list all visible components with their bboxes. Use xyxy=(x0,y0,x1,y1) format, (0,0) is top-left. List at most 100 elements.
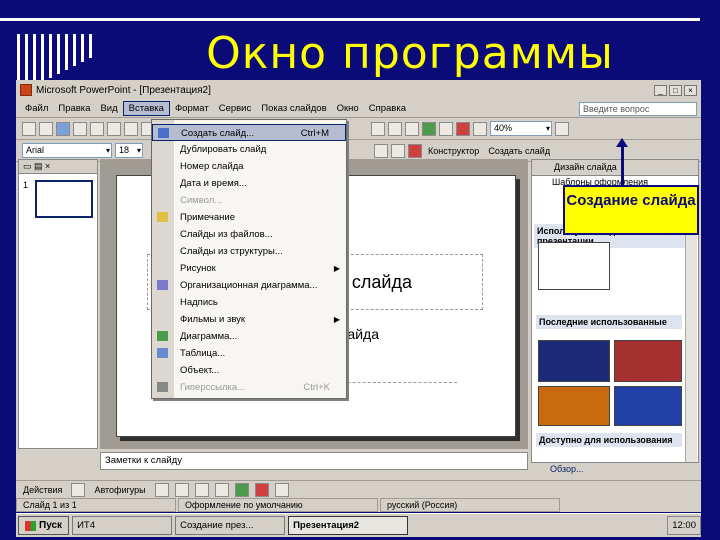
maximize-button[interactable]: □ xyxy=(669,84,682,96)
menu-item[interactable]: Вид xyxy=(95,102,122,115)
line-icon[interactable] xyxy=(154,482,169,497)
open-icon[interactable] xyxy=(39,121,53,136)
arrow-icon[interactable] xyxy=(174,482,189,497)
actions-menu[interactable]: Действия xyxy=(20,485,65,495)
dropdown-item-label: Создать слайд... xyxy=(181,128,255,139)
autoshapes-menu[interactable]: Автофигуры xyxy=(91,485,148,495)
dropdown-item[interactable]: Символ... xyxy=(152,192,346,209)
task-pane-header[interactable]: Дизайн слайда xyxy=(532,160,698,176)
notes-field[interactable]: Заметки к слайду xyxy=(100,452,528,470)
slide-thumbnail[interactable] xyxy=(35,180,93,218)
status-design: Оформление по умолчанию xyxy=(178,498,378,512)
dropdown-item-label: Гиперссылка... xyxy=(180,382,246,393)
design-thumb-2[interactable] xyxy=(614,340,682,382)
taskbar-button[interactable]: Создание през... xyxy=(175,516,286,535)
dropdown-item[interactable]: Примечание xyxy=(152,209,346,226)
dropdown-item[interactable]: Дата и время... xyxy=(152,175,346,192)
font-color-icon[interactable] xyxy=(408,143,422,158)
new-icon[interactable] xyxy=(22,121,36,136)
dropdown-item[interactable]: Объект... xyxy=(152,362,346,379)
menu-item[interactable]: Показ слайдов xyxy=(256,102,331,115)
spelling-icon[interactable] xyxy=(107,121,121,136)
dropdown-item-label: Дата и время... xyxy=(180,178,247,189)
taskbar-button[interactable]: ИТ4 xyxy=(72,516,173,535)
color-icon[interactable] xyxy=(456,121,470,136)
design-thumb-3[interactable] xyxy=(538,386,610,426)
start-button[interactable]: Пуск xyxy=(18,516,70,535)
dropdown-item[interactable]: Номер слайда xyxy=(152,158,346,175)
grid-icon[interactable] xyxy=(439,121,453,136)
design-thumb-default[interactable] xyxy=(538,242,610,290)
rectangle-icon[interactable] xyxy=(194,482,209,497)
dropdown-item[interactable]: Надпись xyxy=(152,294,346,311)
insert-table-icon[interactable] xyxy=(371,121,385,136)
submenu-arrow-icon: ▶ xyxy=(333,264,340,273)
menu-item[interactable]: Файл xyxy=(20,102,53,115)
task-pane-scrollbar[interactable] xyxy=(685,218,697,462)
align-icon[interactable] xyxy=(374,143,388,158)
chart-icon[interactable] xyxy=(422,121,436,136)
status-language: русский (Россия) xyxy=(380,498,560,512)
menu-item[interactable]: Формат xyxy=(170,102,214,115)
ask-question-input[interactable]: Введите вопрос xyxy=(579,101,697,116)
dropdown-item[interactable]: Организационная диаграмма... xyxy=(152,277,346,294)
oval-icon[interactable] xyxy=(214,482,229,497)
shortcut-label: Ctrl+K xyxy=(303,382,330,393)
menu-item[interactable]: Правка xyxy=(53,102,95,115)
pane-tabs[interactable]: ▭ ▤ × xyxy=(19,160,97,174)
select-arrow-icon[interactable] xyxy=(71,482,86,497)
insert-picture-icon[interactable] xyxy=(388,121,402,136)
text-direction-icon[interactable] xyxy=(405,121,419,136)
dropdown-item[interactable]: Рисунок ▶ xyxy=(152,260,346,277)
fill-color-icon[interactable] xyxy=(254,482,269,497)
status-slide: Слайд 1 из 1 xyxy=(16,498,176,512)
menu-item[interactable]: Окно xyxy=(332,102,364,115)
font-name-select[interactable]: Arial xyxy=(22,143,112,158)
decorative-bar xyxy=(33,34,36,86)
menu-item[interactable]: Справка xyxy=(364,102,411,115)
dropdown-item[interactable]: Диаграмма... xyxy=(152,328,346,345)
slide-title: Окно программы xyxy=(206,28,614,79)
slides-pane: ▭ ▤ × 1 xyxy=(18,159,98,449)
powerpoint-window: Microsoft PowerPoint - [Презентация2] _ … xyxy=(16,80,701,512)
bullets-icon[interactable] xyxy=(391,143,405,158)
help-icon[interactable] xyxy=(555,121,569,136)
shortcut-label: Ctrl+M xyxy=(300,128,329,139)
create-slide-toolbar-button[interactable]: Создать слайд xyxy=(485,146,553,156)
font-size-select[interactable]: 18 xyxy=(115,143,143,158)
save-icon[interactable] xyxy=(56,121,70,136)
show-formatting-icon[interactable] xyxy=(473,121,487,136)
taskbar-button[interactable]: Презентация2 xyxy=(288,516,409,535)
zoom-select[interactable]: 40% xyxy=(490,121,552,136)
line-style-icon[interactable] xyxy=(274,482,289,497)
minimize-button[interactable]: _ xyxy=(654,84,667,96)
menu-item[interactable]: Сервис xyxy=(214,102,257,115)
decorative-bar xyxy=(81,34,84,62)
dropdown-item-label: Символ... xyxy=(180,195,223,206)
windows-logo-icon xyxy=(25,520,36,531)
browse-link[interactable]: Обзор... xyxy=(550,464,584,474)
decorative-bar xyxy=(49,34,52,78)
dropdown-item[interactable]: Слайды из структуры... xyxy=(152,243,346,260)
callout-arrow xyxy=(621,143,624,187)
menu-item-icon xyxy=(157,331,168,341)
dropdown-item[interactable]: Таблица... xyxy=(152,345,346,362)
dropdown-item-label: Таблица... xyxy=(180,348,226,359)
dropdown-item[interactable]: Создать слайд... Ctrl+M xyxy=(152,124,346,141)
cut-icon[interactable] xyxy=(124,121,138,136)
dropdown-item[interactable]: Фильмы и звук ▶ xyxy=(152,311,346,328)
design-thumb-4[interactable] xyxy=(614,386,682,426)
menu-item[interactable]: Вставка xyxy=(122,101,170,116)
constructor-button[interactable]: Конструктор xyxy=(425,146,482,156)
dropdown-item[interactable]: Дублировать слайд xyxy=(152,141,346,158)
dropdown-item[interactable]: Гиперссылка... Ctrl+K xyxy=(152,379,346,396)
preview-icon[interactable] xyxy=(90,121,104,136)
print-icon[interactable] xyxy=(73,121,87,136)
close-button[interactable]: × xyxy=(684,84,697,96)
diagram-icon[interactable] xyxy=(234,482,249,497)
clock: 12:00 xyxy=(667,516,701,535)
design-thumb-1[interactable] xyxy=(538,340,610,382)
menu-item-icon xyxy=(158,128,169,138)
dropdown-item[interactable]: Слайды из файлов... xyxy=(152,226,346,243)
menu-bar: Файл Правка Вид Вставка Формат Сервис Показ сл… xyxy=(16,100,701,118)
